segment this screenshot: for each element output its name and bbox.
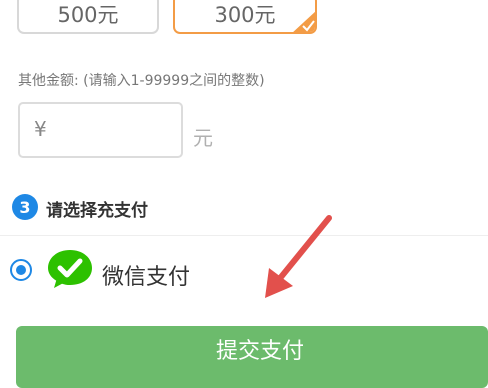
amount-option-label: 300元 bbox=[214, 3, 276, 27]
amount-unit: 元 bbox=[193, 126, 213, 150]
submit-payment-button[interactable]: 提交支付 bbox=[16, 326, 488, 388]
red-arrow-annotation bbox=[265, 215, 332, 298]
submit-payment-label: 提交支付 bbox=[215, 339, 304, 364]
other-amount-input[interactable]: ¥ bbox=[18, 102, 183, 158]
amount-option-300[interactable]: 300元 bbox=[173, 0, 317, 34]
step-number-badge: 3 bbox=[12, 194, 38, 220]
payment-section-title: 请选择充支付 bbox=[46, 201, 148, 221]
payment-method-label[interactable]: 微信支付 bbox=[102, 259, 190, 291]
radio-selected-dot bbox=[16, 265, 26, 275]
payment-radio-wechat[interactable] bbox=[10, 259, 32, 281]
section-divider bbox=[0, 235, 488, 236]
amount-option-500[interactable]: 500元 bbox=[17, 0, 159, 34]
selected-check-icon bbox=[293, 11, 315, 32]
wechat-icon bbox=[48, 250, 92, 288]
other-amount-label: 其他金额: (请输入1-99999之间的整数) bbox=[18, 73, 265, 89]
currency-symbol: ¥ bbox=[34, 117, 47, 141]
amount-option-label: 500元 bbox=[57, 3, 119, 27]
